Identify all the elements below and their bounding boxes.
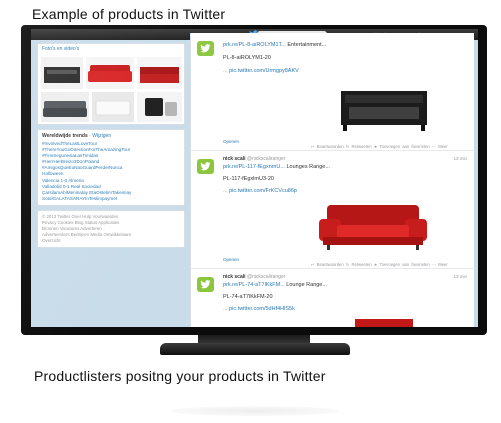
photo-thumb-dark-cabinet[interactable] xyxy=(41,57,83,89)
tweet-url[interactable]: pic.twitter.com/5dHf4HlS5k xyxy=(229,306,295,312)
tweet-link[interactable]: prk.re/PL-117-fEgxnmU... Lounges Range..… xyxy=(223,164,330,170)
avatar[interactable] xyxy=(197,277,214,292)
monitor-stand-base xyxy=(160,343,350,355)
stand-reflection xyxy=(170,406,340,416)
egg-bird-icon xyxy=(200,162,211,171)
tweet-image-red-sofa[interactable] xyxy=(309,199,437,257)
tweet-author-handle[interactable]: @nickscaliranger xyxy=(247,274,285,280)
egg-bird-icon xyxy=(200,280,211,289)
product-showcase: Example of products in Twitter Zoeken He… xyxy=(0,0,501,423)
avatar[interactable] xyxy=(197,41,214,56)
photos-title[interactable]: Foto's en video's xyxy=(38,44,184,54)
twitter-screen: Zoeken Heb je al een account? Inloggen ▾… xyxy=(31,29,478,327)
egg-bird-icon xyxy=(200,44,211,53)
tweet-timeline: prk.re/PL-8-aiROLYM1T... Entertainment..… xyxy=(190,33,475,327)
photo-thumb-black-chair[interactable] xyxy=(137,92,182,122)
tweet-product-code: PL-8-aiROLYM1-20 xyxy=(223,55,271,61)
tweet-link-text: Lounges Range... xyxy=(284,164,330,170)
tweet-item[interactable]: nick scali @nickscaliranger 13 min prk.r… xyxy=(191,269,475,327)
tweet-url[interactable]: pic.twitter.com/Urmgpy8AKV xyxy=(229,68,299,74)
tweet-time[interactable]: 13 min xyxy=(453,156,467,161)
tweet-actions[interactable]: ↩ Beantwoorden ↻ Retweeten ★ Toevoegen a… xyxy=(311,262,448,267)
photo-thumb-white-sofa[interactable] xyxy=(92,92,134,122)
tweet-image-red-top[interactable] xyxy=(341,317,427,327)
tweet-author-handle[interactable]: @nickscaliranger xyxy=(247,156,285,162)
tweet-link[interactable]: prk.re/PL-74-aT7lKkFM... Lounge Range... xyxy=(223,282,327,288)
tweet-item[interactable]: nick scali @nickscaliranger 13 min prk.r… xyxy=(191,151,475,269)
tweet-product-code: PL-74-aT7lKkFM-20 xyxy=(223,294,273,300)
photos-panel: Foto's en video's xyxy=(37,43,185,125)
tweet-author[interactable]: nick scali @nickscaliranger xyxy=(223,156,285,162)
tweet-link-url[interactable]: prk.re/PL-8-aiROLYM1T... xyxy=(223,42,286,48)
trend-item[interactable]: SotolGALATASARAYInTeslimpaymet xyxy=(42,196,180,202)
tweet-pic-url[interactable]: ... pic.twitter.com/Urmgpy8AKV xyxy=(223,68,299,74)
trends-title: Wereldwijde trends xyxy=(42,133,88,139)
tweet-time[interactable]: 13 min xyxy=(453,274,467,279)
tweet-open-link[interactable]: Openen xyxy=(223,139,239,144)
trends-panel: Wereldwijde trends · Wijzigen #InvolvedT… xyxy=(37,129,185,206)
photo-thumb-red-sectional[interactable] xyxy=(137,57,182,89)
photo-thumb-red-sofa[interactable] xyxy=(86,57,134,89)
tweet-author-name[interactable]: nick scali xyxy=(223,156,246,162)
tweet-link-url[interactable]: prk.re/PL-117-fEgxnmU... xyxy=(223,164,285,170)
top-caption: Example of products in Twitter xyxy=(32,6,226,22)
tweet-open-link[interactable]: Openen xyxy=(223,257,239,262)
photo-grid xyxy=(38,54,184,124)
tweet-url[interactable]: pic.twitter.com/FrKCVcu86p xyxy=(229,188,297,194)
avatar[interactable] xyxy=(197,159,214,174)
footer-line[interactable]: Overzicht xyxy=(42,238,180,244)
photo-thumb-grey-sofa[interactable] xyxy=(41,92,89,122)
footer-panel: © 2013 Twitter Over Hulp Voorwaarden Pri… xyxy=(37,209,185,248)
tweet-pic-url[interactable]: ... pic.twitter.com/FrKCVcu86p xyxy=(223,188,297,194)
left-sidebar: Foto's en video's Wereldwijde trends · W… xyxy=(37,43,185,252)
tweet-link-text: Lounge Range... xyxy=(284,282,327,288)
tweet-link-text: Entertainment... xyxy=(285,42,327,48)
tweet-image-tv-cabinet[interactable] xyxy=(327,81,443,139)
tweet-product-code: PL-117-fEgxlmU3-20 xyxy=(223,176,274,182)
tweet-link[interactable]: prk.re/PL-8-aiROLYM1T... Entertainment..… xyxy=(223,42,326,48)
tweet-actions[interactable]: ↩ Beantwoorden ↻ Retweeten ★ Toevoegen a… xyxy=(311,144,448,149)
trends-header: Wereldwijde trends · Wijzigen xyxy=(42,133,180,139)
tweet-author[interactable]: nick scali @nickscaliranger xyxy=(223,274,285,280)
bottom-caption: Productlisters positng your products in … xyxy=(34,368,326,384)
trends-change-link[interactable]: · Wijzigen xyxy=(89,133,111,139)
tweet-link-url[interactable]: prk.re/PL-74-aT7lKkFM... xyxy=(223,282,285,288)
tweet-author-name[interactable]: nick scali xyxy=(223,274,246,280)
tweet-item[interactable]: prk.re/PL-8-aiROLYM1T... Entertainment..… xyxy=(191,33,475,151)
tweet-pic-url[interactable]: ... pic.twitter.com/5dHf4HlS5k xyxy=(223,306,295,312)
